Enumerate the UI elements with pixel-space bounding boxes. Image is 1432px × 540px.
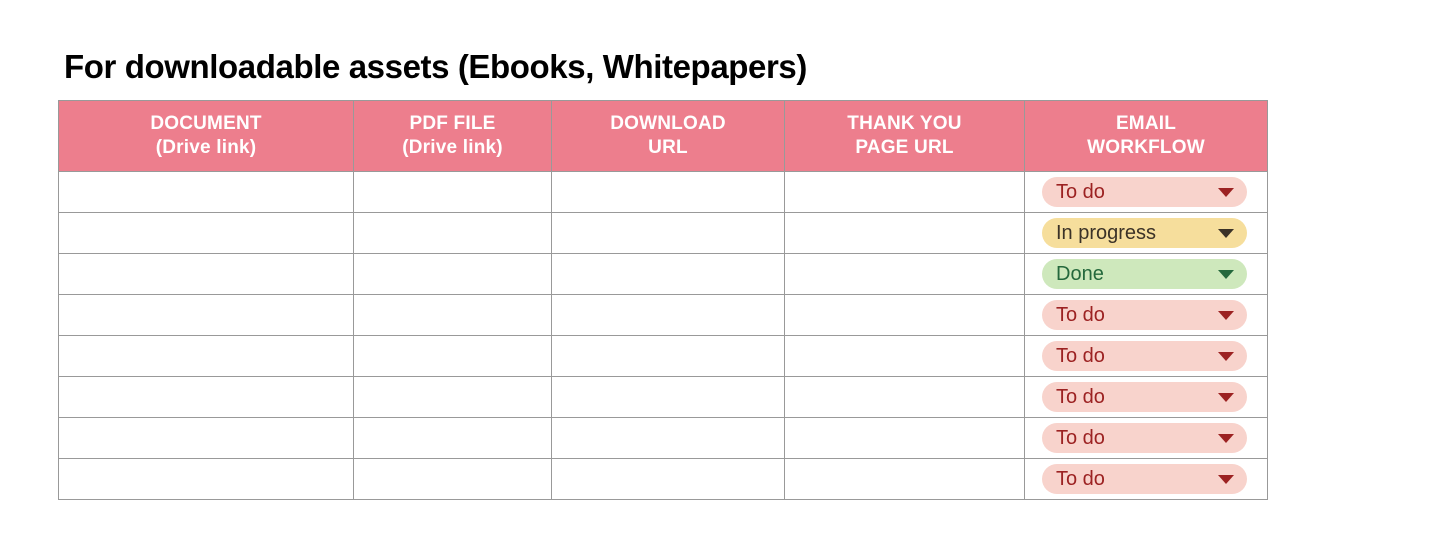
table-row: To do [58,376,1268,418]
column-header-document: DOCUMENT (Drive link) [58,100,354,172]
table-row: To do [58,294,1268,336]
column-header-document-line1: DOCUMENT [150,113,262,134]
cell-document[interactable] [58,458,354,500]
cell-document[interactable] [58,335,354,377]
cell-thank-you-page-url[interactable] [784,335,1025,377]
cell-download-url[interactable] [551,335,785,377]
page-root: For downloadable assets (Ebooks, Whitepa… [0,0,1432,540]
column-header-download-url-line1: DOWNLOAD [610,113,726,134]
cell-download-url[interactable] [551,253,785,295]
cell-email-workflow: To do [1024,376,1268,418]
column-header-email-workflow-line1: EMAIL [1115,113,1177,134]
cell-thank-you-page-url[interactable] [784,458,1025,500]
table-row: To do [58,335,1268,377]
column-header-document-line2: (Drive link) [155,137,257,158]
cell-thank-you-page-url[interactable] [784,376,1025,418]
table-row: To do [58,171,1268,213]
status-badge: To do [1056,468,1105,490]
column-header-pdf-file-line2: (Drive link) [402,137,503,158]
cell-pdf-file[interactable] [353,171,552,213]
column-header-download-url: DOWNLOAD URL [551,100,785,172]
cell-download-url[interactable] [551,458,785,500]
status-badge: To do [1056,345,1105,367]
cell-email-workflow: In progress [1024,212,1268,254]
status-dropdown[interactable]: To do [1042,177,1247,207]
table-row: To do [58,417,1268,459]
cell-thank-you-page-url[interactable] [784,212,1025,254]
status-dropdown[interactable]: In progress [1042,218,1247,248]
chevron-down-icon[interactable] [1218,433,1234,443]
table-body: To do In progress Done To do To do To do To do… [58,171,1268,500]
page-title: For downloadable assets (Ebooks, Whitepa… [64,48,807,85]
cell-pdf-file[interactable] [353,335,552,377]
table-row: In progress [58,212,1268,254]
cell-document[interactable] [58,417,354,459]
cell-thank-you-page-url[interactable] [784,417,1025,459]
column-header-thank-you-page-url: THANK YOU PAGE URL [784,100,1025,172]
cell-email-workflow: To do [1024,458,1268,500]
status-dropdown[interactable]: To do [1042,464,1247,494]
table-row: Done [58,253,1268,295]
cell-pdf-file[interactable] [353,458,552,500]
status-dropdown[interactable]: Done [1042,259,1247,289]
status-dropdown[interactable]: To do [1042,300,1247,330]
cell-document[interactable] [58,253,354,295]
status-badge: Done [1056,263,1104,285]
cell-pdf-file[interactable] [353,376,552,418]
cell-thank-you-page-url[interactable] [784,294,1025,336]
cell-email-workflow: To do [1024,417,1268,459]
column-header-pdf-file: PDF FILE (Drive link) [353,100,552,172]
status-dropdown[interactable]: To do [1042,423,1247,453]
cell-download-url[interactable] [551,171,785,213]
downloadable-assets-table: DOCUMENT (Drive link) PDF FILE (Drive li… [58,100,1268,500]
status-badge: To do [1056,181,1105,203]
cell-download-url[interactable] [551,294,785,336]
table-header-row: DOCUMENT (Drive link) PDF FILE (Drive li… [58,100,1268,172]
chevron-down-icon[interactable] [1218,228,1234,238]
table-row: To do [58,458,1268,500]
status-badge: To do [1056,386,1105,408]
column-header-thank-you-page-url-line1: THANK YOU [847,113,962,134]
cell-document[interactable] [58,294,354,336]
cell-document[interactable] [58,212,354,254]
cell-email-workflow: To do [1024,294,1268,336]
chevron-down-icon[interactable] [1218,392,1234,402]
cell-document[interactable] [58,376,354,418]
table-header: DOCUMENT (Drive link) PDF FILE (Drive li… [58,100,1268,172]
chevron-down-icon[interactable] [1218,269,1234,279]
column-header-download-url-line2: URL [648,137,688,158]
cell-pdf-file[interactable] [353,253,552,295]
cell-document[interactable] [58,171,354,213]
cell-download-url[interactable] [551,417,785,459]
cell-thank-you-page-url[interactable] [784,253,1025,295]
column-header-pdf-file-line1: PDF FILE [409,113,496,134]
cell-thank-you-page-url[interactable] [784,171,1025,213]
chevron-down-icon[interactable] [1218,351,1234,361]
cell-pdf-file[interactable] [353,212,552,254]
cell-pdf-file[interactable] [353,294,552,336]
chevron-down-icon[interactable] [1218,187,1234,197]
cell-download-url[interactable] [551,212,785,254]
cell-email-workflow: To do [1024,335,1268,377]
cell-pdf-file[interactable] [353,417,552,459]
status-badge: To do [1056,427,1105,449]
cell-email-workflow: Done [1024,253,1268,295]
status-dropdown[interactable]: To do [1042,382,1247,412]
cell-email-workflow: To do [1024,171,1268,213]
chevron-down-icon[interactable] [1218,474,1234,484]
status-badge: In progress [1056,222,1157,244]
status-badge: To do [1056,304,1105,326]
column-header-thank-you-page-url-line2: PAGE URL [855,137,954,158]
status-dropdown[interactable]: To do [1042,341,1247,371]
column-header-email-workflow-line2: WORKFLOW [1087,137,1205,158]
column-header-email-workflow: EMAIL WORKFLOW [1024,100,1268,172]
chevron-down-icon[interactable] [1218,310,1234,320]
cell-download-url[interactable] [551,376,785,418]
